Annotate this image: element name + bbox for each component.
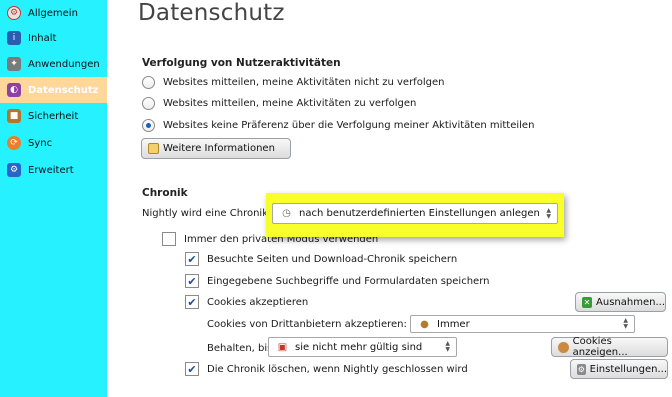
cookie-icon: ●: [420, 318, 429, 330]
select-arrows-icon: ▲ ▼: [623, 317, 628, 330]
settings-button[interactable]: ⚙ Einstellungen...: [570, 359, 668, 379]
sidebar-item-label: Allgemein: [28, 7, 78, 19]
history-mode-select[interactable]: ◷ nach benutzerdefinierten Einstellungen…: [272, 203, 558, 224]
sidebar-item-label: Sicherheit: [28, 110, 79, 122]
radio-do-not-track-label: Websites mitteilen, meine Aktivitäten ni…: [163, 77, 445, 88]
radio-no-preference[interactable]: [142, 119, 155, 132]
radio-do-not-track[interactable]: [142, 76, 155, 89]
third-party-label: Cookies von Drittanbietern akzeptieren:: [207, 319, 407, 330]
sidebar: ⚙ Allgemein i Inhalt ✦ Anwendungen ◐ Dat…: [0, 0, 107, 397]
select-arrows-icon: ▲ ▼: [445, 340, 450, 353]
gear-icon: ⚙: [7, 163, 21, 177]
applications-icon: ✦: [7, 57, 21, 71]
settings-button-label: Einstellungen...: [589, 363, 667, 375]
sidebar-item-label: Anwendungen: [28, 58, 100, 70]
private-mode-checkbox[interactable]: [162, 232, 176, 246]
history-heading: Chronik: [142, 187, 188, 199]
history-mode-value: nach benutzerdefinierten Einstellungen a…: [299, 208, 540, 219]
select-arrows-icon: ▲ ▼: [546, 206, 551, 220]
content-icon: i: [7, 31, 21, 45]
radio-no-preference-label: Websites keine Präferenz über die Verfol…: [163, 120, 535, 131]
search-forms-checkbox[interactable]: ✔: [185, 274, 199, 288]
sidebar-item-sync[interactable]: ⟳ Sync: [0, 130, 107, 156]
tracking-heading: Verfolgung von Nutzeraktivitäten: [142, 57, 341, 69]
third-party-value: Immer: [437, 318, 470, 330]
third-party-select[interactable]: ● Immer ▲ ▼: [410, 315, 635, 333]
accept-cookies-label: Cookies akzeptieren: [207, 297, 309, 308]
more-info-button-label: Weitere Informationen: [163, 143, 275, 154]
clock-icon: ◷: [282, 208, 291, 219]
cookie-icon: [558, 341, 569, 353]
radio-allow-track[interactable]: [142, 97, 155, 110]
sidebar-item-label: Erweitert: [28, 164, 74, 176]
exceptions-button-label: Ausnahmen...: [596, 296, 665, 308]
sidebar-item-datenschutz[interactable]: ◐ Datenschutz: [0, 77, 107, 103]
sidebar-item-label: Inhalt: [28, 32, 57, 44]
exceptions-icon: ✕: [582, 296, 593, 308]
visited-pages-checkbox[interactable]: ✔: [185, 252, 199, 266]
sidebar-item-erweitert[interactable]: ⚙ Erweitert: [0, 157, 107, 183]
sidebar-item-inhalt[interactable]: i Inhalt: [0, 25, 107, 51]
privacy-mask-icon: ◐: [7, 83, 21, 97]
sidebar-item-label: Sync: [28, 137, 53, 149]
exceptions-button[interactable]: ✕ Ausnahmen...: [575, 292, 666, 312]
clear-on-close-checkbox[interactable]: ✔: [185, 362, 199, 376]
sidebar-item-sicherheit[interactable]: ■ Sicherheit: [0, 103, 107, 129]
security-lock-icon: ■: [7, 109, 21, 123]
keep-until-select[interactable]: ▣ sie nicht mehr gültig sind ▲ ▼: [268, 337, 457, 357]
page-title: Datenschutz: [138, 0, 285, 26]
visited-pages-label: Besuchte Seiten und Download-Chronik spe…: [207, 254, 458, 265]
sidebar-item-anwendungen[interactable]: ✦ Anwendungen: [0, 51, 107, 77]
keep-until-label: Behalten, bis:: [207, 343, 276, 354]
general-icon: ⚙: [7, 6, 21, 20]
keep-until-value: sie nicht mehr gültig sind: [295, 341, 423, 353]
clear-on-close-label: Die Chronik löschen, wenn Nightly geschl…: [207, 364, 468, 375]
accept-cookies-checkbox[interactable]: ✔: [185, 295, 199, 309]
more-info-button[interactable]: Weitere Informationen: [141, 138, 291, 159]
radio-allow-track-label: Websites mitteilen, meine Aktivitäten zu…: [163, 98, 417, 109]
sidebar-item-label: Datenschutz: [28, 84, 99, 96]
search-forms-label: Eingegebene Suchbegriffe und Formulardat…: [207, 276, 490, 287]
settings-icon: ⚙: [577, 363, 586, 375]
calendar-icon: ▣: [277, 341, 288, 353]
show-cookies-button[interactable]: Cookies anzeigen...: [551, 336, 668, 358]
info-note-icon: [148, 143, 159, 154]
sidebar-item-allgemein[interactable]: ⚙ Allgemein: [0, 0, 107, 26]
sync-icon: ⟳: [7, 136, 21, 150]
show-cookies-button-label: Cookies anzeigen...: [572, 336, 628, 358]
